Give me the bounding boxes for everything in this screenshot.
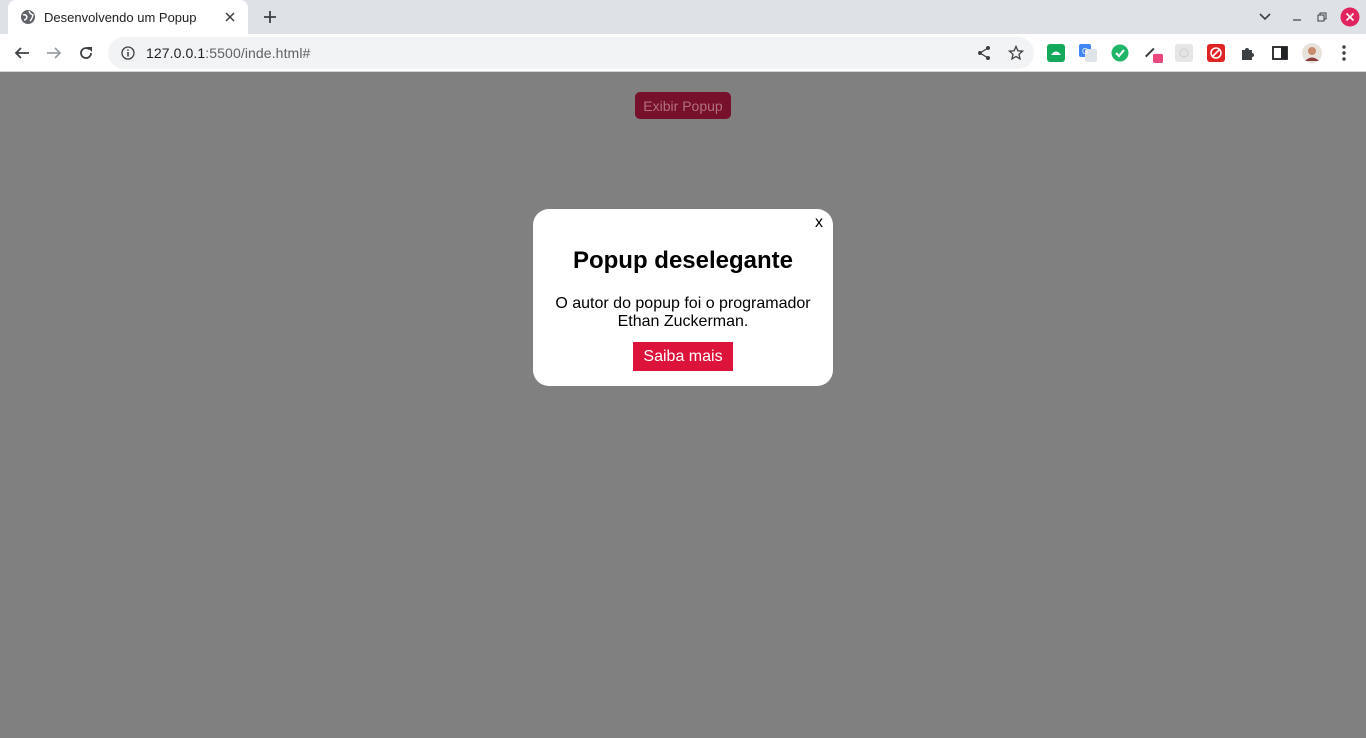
- learn-more-button[interactable]: Saiba mais: [633, 342, 733, 371]
- popup-dialog: x Popup deselegante O autor do popup foi…: [533, 209, 833, 386]
- tab-title: Desenvolvendo um Popup: [44, 9, 197, 25]
- menu-icon[interactable]: [1334, 43, 1354, 63]
- back-icon[interactable]: [8, 39, 36, 67]
- sidepanel-icon[interactable]: [1270, 43, 1290, 63]
- new-tab-button[interactable]: [258, 6, 282, 28]
- browser-tab[interactable]: Desenvolvendo um Popup: [8, 0, 248, 34]
- green-extension-icon[interactable]: [1046, 43, 1066, 63]
- globe-icon: [20, 9, 36, 25]
- reload-icon[interactable]: [72, 39, 100, 67]
- show-popup-button[interactable]: Exibir Popup: [635, 92, 731, 119]
- forward-icon[interactable]: [40, 39, 68, 67]
- green-circle-extension-icon[interactable]: [1110, 43, 1130, 63]
- tab-search-icon[interactable]: [1254, 0, 1276, 34]
- popup-title: Popup deselegante: [572, 247, 794, 274]
- svg-text:G: G: [1082, 47, 1088, 56]
- address-bar[interactable]: 127.0.0.1:5500/inde.html#: [108, 37, 1034, 69]
- profile-avatar[interactable]: [1302, 43, 1322, 63]
- close-window-icon[interactable]: [1339, 0, 1361, 34]
- info-icon[interactable]: [120, 45, 136, 61]
- translate-icon[interactable]: G: [1078, 43, 1098, 63]
- url-host: 127.0.0.1: [146, 45, 206, 61]
- url-path: :5500/inde.html#: [205, 45, 311, 61]
- popup-close-button[interactable]: x: [815, 214, 823, 232]
- gray-extension-icon[interactable]: [1174, 43, 1194, 63]
- close-tab-icon[interactable]: [222, 9, 238, 25]
- popup-text: O autor do popup foi o programador Ethan…: [555, 295, 811, 330]
- tab-strip: Desenvolvendo um Popup: [0, 0, 1366, 34]
- puzzle-icon[interactable]: [1238, 43, 1258, 63]
- browser-toolbar: 127.0.0.1:5500/inde.html# G: [0, 34, 1366, 72]
- url-text: 127.0.0.1:5500/inde.html#: [146, 45, 310, 61]
- minimize-icon[interactable]: [1288, 0, 1306, 34]
- eyedropper-icon[interactable]: [1143, 43, 1163, 63]
- restore-icon[interactable]: [1313, 0, 1331, 34]
- share-icon[interactable]: [976, 45, 992, 61]
- bookmark-star-icon[interactable]: [1008, 45, 1024, 61]
- red-extension-icon[interactable]: [1206, 43, 1226, 63]
